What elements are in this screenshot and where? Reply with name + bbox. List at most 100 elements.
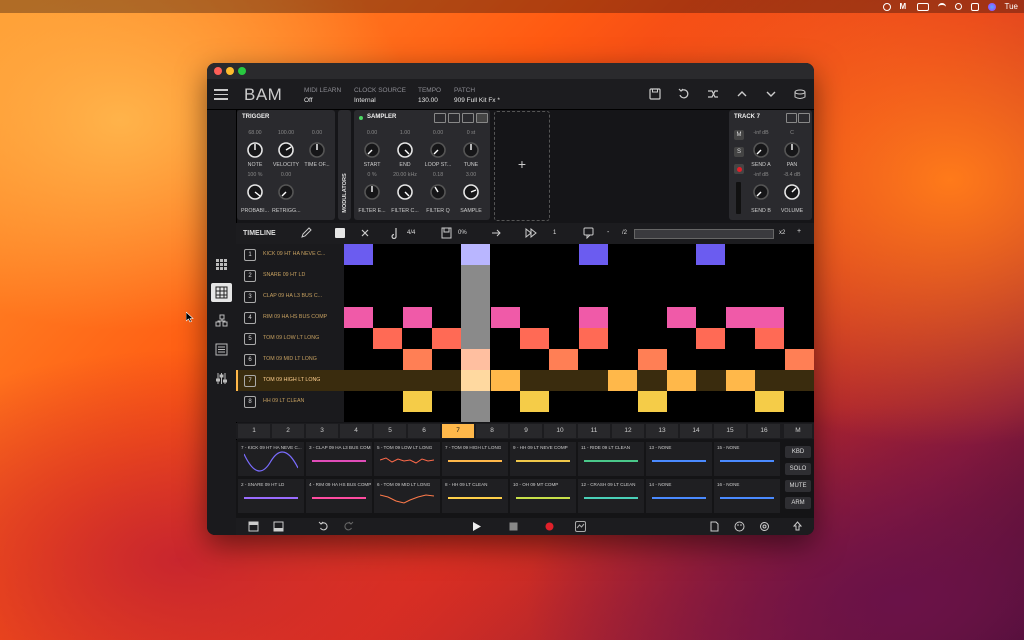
solo-button[interactable]: SOLO <box>785 463 811 475</box>
arrow-right-icon[interactable] <box>491 228 503 238</box>
filter-envelope-knob[interactable] <box>363 183 381 201</box>
pad[interactable]: 13 - NONE <box>646 442 712 476</box>
menu-icon[interactable] <box>476 113 488 123</box>
filter-q-knob[interactable] <box>429 183 447 201</box>
step-button[interactable]: 9 <box>510 424 542 438</box>
note-knob[interactable] <box>246 141 264 159</box>
sample-knob[interactable] <box>462 183 480 201</box>
step-button[interactable]: 15 <box>714 424 746 438</box>
control-center-icon[interactable] <box>970 2 979 11</box>
step-button[interactable]: 8 <box>476 424 508 438</box>
settings-icon[interactable] <box>759 521 770 532</box>
step-button[interactable]: 11 <box>578 424 610 438</box>
track-file-icon[interactable] <box>786 113 797 123</box>
step-button[interactable]: 1 <box>238 424 270 438</box>
pad[interactable]: 3 - CLAP 09 HA L3 BUS COMP <box>306 442 372 476</box>
m-app-icon[interactable]: M <box>900 2 908 11</box>
track-solo-button[interactable]: S <box>734 147 744 157</box>
step-cell[interactable] <box>344 307 373 328</box>
zoom-in-button[interactable]: + <box>797 228 801 235</box>
pan-knob[interactable] <box>783 141 801 159</box>
step-cell[interactable] <box>696 244 725 265</box>
routing-icon[interactable] <box>215 314 228 327</box>
top-panel-icon[interactable] <box>248 521 259 532</box>
step-cell[interactable] <box>726 370 755 391</box>
step-button[interactable]: 13 <box>646 424 678 438</box>
step-button[interactable]: 12 <box>612 424 644 438</box>
pad[interactable]: 7 - KICK 09 HT HA NEVE C... <box>238 442 304 476</box>
track-row[interactable]: 1KICK 09 HT HA NEVE C...15 <box>236 244 373 265</box>
send-b-knob[interactable] <box>752 183 770 201</box>
step-cell[interactable] <box>461 370 490 391</box>
menubar-clock[interactable]: Tue <box>1005 2 1019 11</box>
stop-icon[interactable] <box>508 521 519 532</box>
chevron-up-icon[interactable] <box>735 87 749 101</box>
pad[interactable]: 11 - RIDE 09 LT CLEAN <box>578 442 644 476</box>
time-offset-knob[interactable] <box>308 141 326 159</box>
siri-icon[interactable] <box>987 2 996 11</box>
probability-knob[interactable] <box>246 183 264 201</box>
pad[interactable]: 12 - CRASH 09 LT CLEAN <box>578 479 644 513</box>
list-view-icon[interactable] <box>215 343 228 356</box>
palette-icon[interactable] <box>734 521 745 532</box>
rate-value[interactable]: 1 <box>553 230 556 236</box>
pad[interactable]: 9 - HH 09 LT NEVE COMP <box>510 442 576 476</box>
track-mute-button[interactable]: M <box>734 130 744 140</box>
track-row[interactable]: 2SNARE 09 HT LD15 <box>236 265 373 286</box>
step-cell[interactable] <box>403 349 432 370</box>
folder-icon[interactable] <box>434 113 446 123</box>
redo-icon[interactable] <box>343 521 354 532</box>
velocity-knob[interactable] <box>277 141 295 159</box>
track-link-icon[interactable] <box>798 113 810 123</box>
sampler-active-indicator[interactable] <box>359 116 363 120</box>
zoom-button[interactable] <box>238 67 246 75</box>
division-value[interactable]: /2 <box>622 230 627 236</box>
pad[interactable]: 4 - RIM 09 HA HS BUS COMP <box>306 479 372 513</box>
step-sequencer-grid[interactable] <box>344 244 814 422</box>
swing-value[interactable]: 0% <box>458 230 467 236</box>
record-status-icon[interactable] <box>882 2 891 11</box>
multiplier-value[interactable]: x2 <box>779 230 785 236</box>
save-icon[interactable] <box>648 87 662 101</box>
grid-view-icon[interactable] <box>215 258 228 271</box>
track-row[interactable]: 3CLAP 09 HA L3 BUS C...15 <box>236 286 373 307</box>
step-cell[interactable] <box>579 244 608 265</box>
pad[interactable]: 15 - NONE <box>714 442 780 476</box>
spotlight-icon[interactable] <box>954 3 962 10</box>
master-step-button[interactable]: M <box>784 424 812 438</box>
minimize-button[interactable] <box>226 67 234 75</box>
loop-start-knob[interactable] <box>429 141 447 159</box>
tempo-field[interactable]: TEMPO 130.00 <box>418 86 441 106</box>
tune-knob[interactable] <box>462 141 480 159</box>
step-cell[interactable] <box>491 370 520 391</box>
step-cell[interactable] <box>638 391 667 412</box>
undo-icon[interactable] <box>318 521 329 532</box>
pad[interactable]: 10 - OH 09 MT COMP <box>510 479 576 513</box>
kbd-button[interactable]: KBD <box>785 446 811 458</box>
step-cell[interactable] <box>549 349 578 370</box>
step-button[interactable]: 5 <box>374 424 406 438</box>
step-button-active[interactable]: 7 <box>442 424 474 438</box>
retrigger-knob[interactable] <box>277 183 295 201</box>
step-cell[interactable] <box>373 328 402 349</box>
step-cell[interactable] <box>608 370 637 391</box>
step-cell[interactable] <box>667 370 696 391</box>
sequencer-view-button[interactable] <box>211 283 232 302</box>
pad[interactable]: 6 - TOM 09 MID LT LONG <box>374 479 440 513</box>
step-cell[interactable] <box>403 307 432 328</box>
step-cell[interactable] <box>726 307 755 328</box>
quantize-icon[interactable] <box>441 227 452 239</box>
drum-icon[interactable] <box>793 87 807 101</box>
start-knob[interactable] <box>363 141 381 159</box>
modulators-tab[interactable]: MODULATORS <box>338 110 351 220</box>
step-cell[interactable] <box>579 307 608 328</box>
step-button[interactable]: 4 <box>340 424 372 438</box>
step-button[interactable]: 2 <box>272 424 304 438</box>
file-icon[interactable] <box>448 113 460 123</box>
pad[interactable]: 5 - TOM 09 LOW LT LONG <box>374 442 440 476</box>
track-row-selected[interactable]: 7TOM 09 HIGH LT LONG15 <box>236 370 373 391</box>
select-tool-icon[interactable] <box>335 228 345 238</box>
wifi-icon[interactable] <box>937 2 946 11</box>
battery-icon[interactable] <box>916 2 929 11</box>
step-cell[interactable] <box>667 307 696 328</box>
